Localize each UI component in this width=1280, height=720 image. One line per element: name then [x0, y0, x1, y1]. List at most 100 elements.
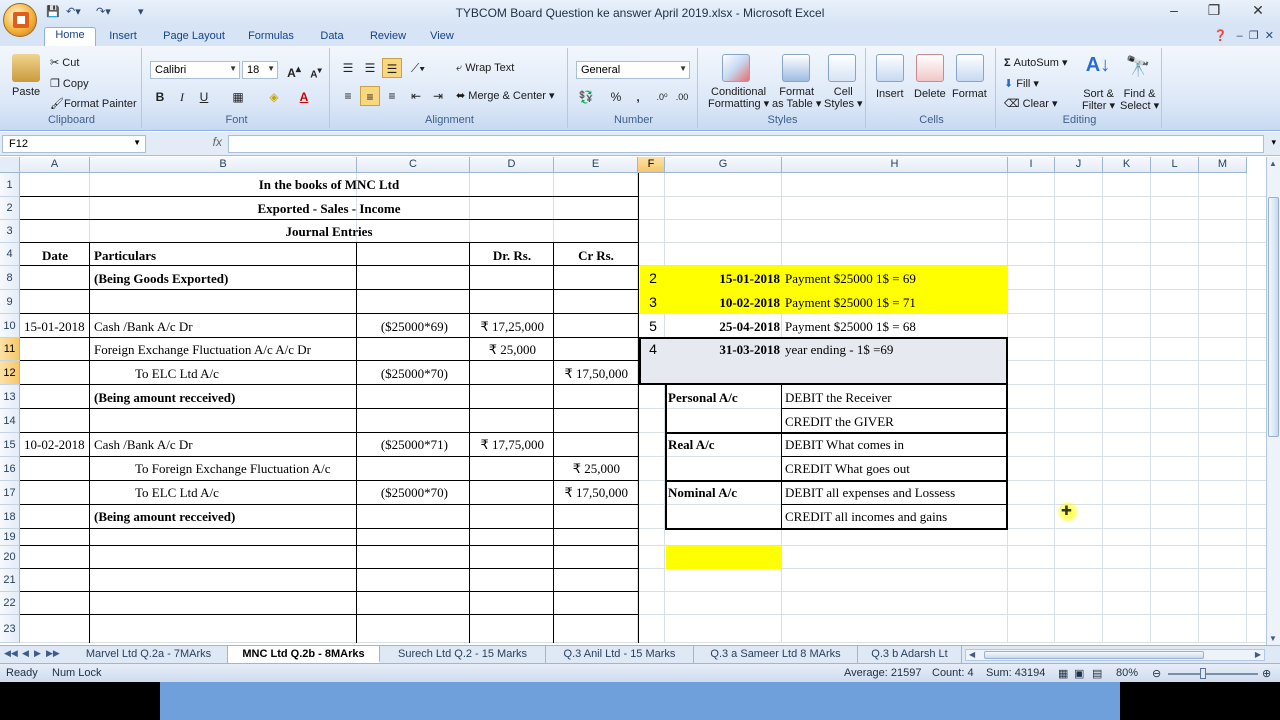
row-header-22[interactable]: 22 [0, 592, 20, 615]
copy-button[interactable]: ❐ Copy [50, 77, 89, 90]
zoom-in-icon[interactable]: ⊕ [1262, 667, 1271, 680]
cell-h10[interactable]: Payment $25000 1$ = 68 [785, 315, 916, 338]
scroll-left-icon[interactable]: ◀ [969, 650, 975, 659]
clear-button[interactable]: ⌫ Clear ▾ [1004, 97, 1058, 110]
row-header-16[interactable]: 16 [0, 457, 20, 481]
zoom-out-icon[interactable]: ⊖ [1152, 667, 1161, 680]
cell-c10[interactable]: ($25000*69) [358, 315, 448, 338]
conditional-formatting-button[interactable]: Conditional Formatting ▾ [708, 86, 769, 110]
column-header-a[interactable]: A [20, 157, 90, 173]
row-header-9[interactable]: 9 [0, 290, 20, 314]
zoom-slider-thumb[interactable] [1200, 668, 1206, 679]
insert-function-button[interactable]: fx [150, 135, 226, 153]
tab-formulas[interactable]: Formulas [240, 29, 302, 46]
page-layout-view-icon[interactable]: ▣ [1074, 667, 1084, 680]
tab-review[interactable]: Review [362, 29, 414, 46]
cell-h16[interactable]: CREDIT What goes out [785, 457, 910, 480]
cell-e16[interactable]: ₹ 25,000 [554, 457, 620, 480]
align-left-icon[interactable]: ≡ [338, 86, 358, 106]
sheet-tab-mnc[interactable]: MNC Ltd Q.2b - 8MArks [228, 646, 380, 663]
cell-h18[interactable]: CREDIT all incomes and gains [785, 505, 947, 528]
maximize-button[interactable]: ❐ [1200, 2, 1228, 22]
cell-h8[interactable]: Payment $25000 1$ = 69 [785, 267, 916, 290]
close-button[interactable]: ✕ [1244, 2, 1272, 22]
cell-c12[interactable]: ($25000*70) [358, 362, 448, 385]
prev-sheet-icon[interactable]: ◀ [22, 648, 29, 659]
zoom-slider[interactable] [1168, 673, 1258, 675]
row-header-8[interactable]: 8 [0, 266, 20, 290]
shrink-font-icon[interactable]: A▾ [306, 60, 326, 80]
help-icon[interactable]: ❓ – ❐ ✕ [1214, 29, 1274, 42]
cell-e12[interactable]: ₹ 17,50,000 [554, 362, 628, 385]
percent-button[interactable]: % [606, 87, 626, 107]
autosum-button[interactable]: Σ AutoSum ▾ [1004, 56, 1068, 69]
expand-formula-icon[interactable]: ▾ [1271, 137, 1276, 148]
wrap-text-button[interactable]: ⤶ Wrap Text [456, 62, 514, 75]
find-select-button[interactable]: Find & Select ▾ [1120, 88, 1159, 112]
cell-b18[interactable]: (Being amount recceived) [94, 505, 235, 528]
tab-data[interactable]: Data [310, 29, 354, 46]
grow-font-icon[interactable]: A▴ [284, 60, 304, 80]
cell-f8[interactable]: 2 [640, 267, 666, 290]
page-break-view-icon[interactable]: ▤ [1092, 667, 1102, 680]
decrease-decimal-icon[interactable]: .00 [672, 87, 692, 107]
column-header-j[interactable]: J [1055, 157, 1103, 173]
row-header-13[interactable]: 13 [0, 385, 20, 409]
formula-input[interactable] [228, 135, 1264, 153]
header-particulars[interactable]: Particulars [94, 244, 156, 267]
cell-a15[interactable]: 10-02-2018 [24, 433, 85, 456]
row-header-11[interactable]: 11 [0, 338, 20, 361]
row-header-23[interactable]: 23 [0, 615, 20, 643]
cell-f11[interactable]: 4 [640, 338, 666, 361]
comma-button[interactable]: , [628, 87, 648, 107]
increase-decimal-icon[interactable]: .0⁰ [652, 87, 672, 107]
borders-icon[interactable]: ▦ [228, 87, 248, 107]
cell-b17[interactable]: To ELC Ltd A/c [135, 481, 219, 504]
cell-h9[interactable]: Payment $25000 1$ = 71 [785, 291, 916, 314]
column-header-k[interactable]: K [1103, 157, 1151, 173]
row-header-14[interactable]: 14 [0, 409, 20, 433]
orientation-icon[interactable]: ⟋▾ [408, 58, 428, 78]
cell-f10[interactable]: 5 [640, 315, 666, 338]
first-sheet-icon[interactable]: ◀◀ [4, 648, 18, 659]
font-size-combo[interactable]: 18 ▼ [242, 61, 278, 79]
last-sheet-icon[interactable]: ▶▶ [46, 648, 60, 659]
scroll-right-icon[interactable]: ▶ [1255, 650, 1261, 659]
header-cr[interactable]: Cr Rs. [554, 244, 638, 267]
bold-button[interactable]: B [150, 87, 170, 107]
cell-b8[interactable]: (Being Goods Exported) [94, 267, 228, 290]
tab-home[interactable]: Home [44, 27, 96, 47]
column-header-l[interactable]: L [1151, 157, 1199, 173]
cell-e17[interactable]: ₹ 17,50,000 [554, 481, 628, 504]
row-header-17[interactable]: 17 [0, 481, 20, 505]
cell-g15[interactable]: Real A/c [668, 433, 715, 456]
paste-icon[interactable] [12, 54, 40, 82]
underline-button[interactable]: U [194, 87, 214, 107]
row-header-15[interactable]: 15 [0, 433, 20, 457]
sheet-tab-adarsh[interactable]: Q.3 b Adarsh Lt [858, 646, 962, 663]
number-format-combo[interactable]: General ▼ [576, 61, 690, 79]
column-header-g[interactable]: G [665, 157, 782, 173]
cell-g17[interactable]: Nominal A/c [668, 481, 737, 504]
cell-f9[interactable]: 3 [640, 291, 666, 314]
row-header-2[interactable]: 2 [0, 197, 20, 220]
cell-d11[interactable]: ₹ 25,000 [470, 338, 536, 361]
sheet-tab-marvel[interactable]: Marvel Ltd Q.2a - 7MArks [70, 646, 228, 663]
cell-g10[interactable]: 25-04-2018 [666, 315, 780, 338]
fill-color-icon[interactable]: ◈ [264, 87, 284, 107]
cell-d10[interactable]: ₹ 17,25,000 [470, 315, 544, 338]
cell-d15[interactable]: ₹ 17,75,000 [470, 433, 544, 456]
column-header-d[interactable]: D [470, 157, 554, 173]
row-header-19[interactable]: 19 [0, 529, 20, 546]
row-header-1[interactable]: 1 [0, 173, 20, 197]
cell-b10[interactable]: Cash /Bank A/c Dr [94, 315, 193, 338]
align-right-icon[interactable]: ≡ [382, 86, 402, 106]
insert-cells-button[interactable]: Insert [876, 88, 904, 100]
vertical-scrollbar[interactable]: ▲ ▼ [1266, 157, 1280, 645]
row-header-18[interactable]: 18 [0, 505, 20, 529]
horizontal-scrollbar[interactable]: ◀ ▶ [965, 649, 1265, 661]
cell-h13[interactable]: DEBIT the Receiver [785, 386, 892, 409]
currency-icon[interactable]: 💱 [576, 87, 596, 107]
column-header-e[interactable]: E [554, 157, 638, 173]
delete-cells-button[interactable]: Delete [914, 88, 946, 100]
